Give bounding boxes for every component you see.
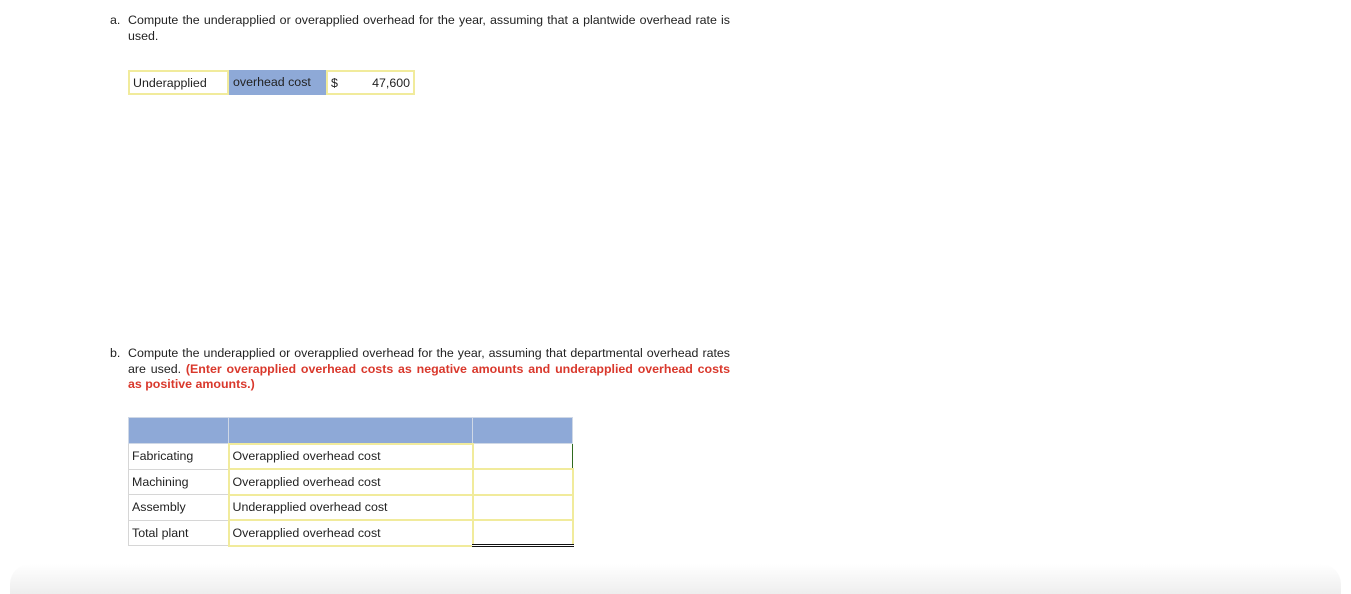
question-b-instruction: (Enter overapplied overhead costs as neg… xyxy=(128,361,730,392)
question-b: b. Compute the underapplied or overappli… xyxy=(110,346,730,393)
question-b-label: b. xyxy=(110,346,121,360)
amount-cell[interactable] xyxy=(472,443,573,470)
table-row: Fabricating Overapplied overhead cost xyxy=(128,442,573,470)
overhead-type-select[interactable]: Overapplied overhead cost xyxy=(227,468,474,496)
question-a-text: Compute the underapplied or overapplied … xyxy=(128,13,730,43)
amount-value: 47,600 xyxy=(372,76,410,90)
currency-symbol: $ xyxy=(331,76,338,90)
total-amount-input[interactable] xyxy=(476,520,573,545)
overhead-type-select[interactable]: Overapplied overhead cost xyxy=(227,519,474,547)
amount-cell[interactable] xyxy=(471,493,574,521)
amount-input[interactable] xyxy=(476,494,573,520)
department-name: Machining xyxy=(128,468,229,495)
amount-field[interactable]: $ 47,600 xyxy=(326,70,415,95)
table-row-total: Total plant Overapplied overhead cost xyxy=(128,519,574,547)
table-row: Machining Overapplied overhead cost xyxy=(128,468,574,496)
departmental-overhead-table: Fabricating Overapplied overhead cost Ma… xyxy=(128,417,574,547)
overhead-cost-label: overhead cost xyxy=(229,70,326,95)
header-cell xyxy=(128,417,229,444)
amount-input[interactable] xyxy=(476,469,573,495)
overhead-type-select[interactable]: Underapplied xyxy=(128,70,229,95)
table-row: Assembly Underapplied overhead cost xyxy=(128,493,574,521)
table-header-row xyxy=(128,417,573,444)
department-name: Fabricating xyxy=(128,443,229,470)
department-name: Assembly xyxy=(128,494,229,521)
header-cell xyxy=(472,417,573,444)
overhead-type-select[interactable]: Underapplied overhead cost xyxy=(227,493,474,521)
department-name: Total plant xyxy=(128,519,229,546)
overhead-type-select[interactable]: Overapplied overhead cost xyxy=(227,442,474,470)
question-a-label: a. xyxy=(110,13,121,27)
header-cell xyxy=(228,417,473,444)
question-b-text: Compute the underapplied or overapplied … xyxy=(128,346,730,393)
amount-cell[interactable] xyxy=(471,468,574,496)
bottom-panel-shadow xyxy=(10,564,1341,594)
answer-a-row: Underapplied overhead cost $ 47,600 xyxy=(128,70,415,95)
total-amount-cell[interactable] xyxy=(471,519,574,547)
question-a: a. Compute the underapplied or overappli… xyxy=(110,13,730,44)
amount-input[interactable] xyxy=(476,443,573,469)
